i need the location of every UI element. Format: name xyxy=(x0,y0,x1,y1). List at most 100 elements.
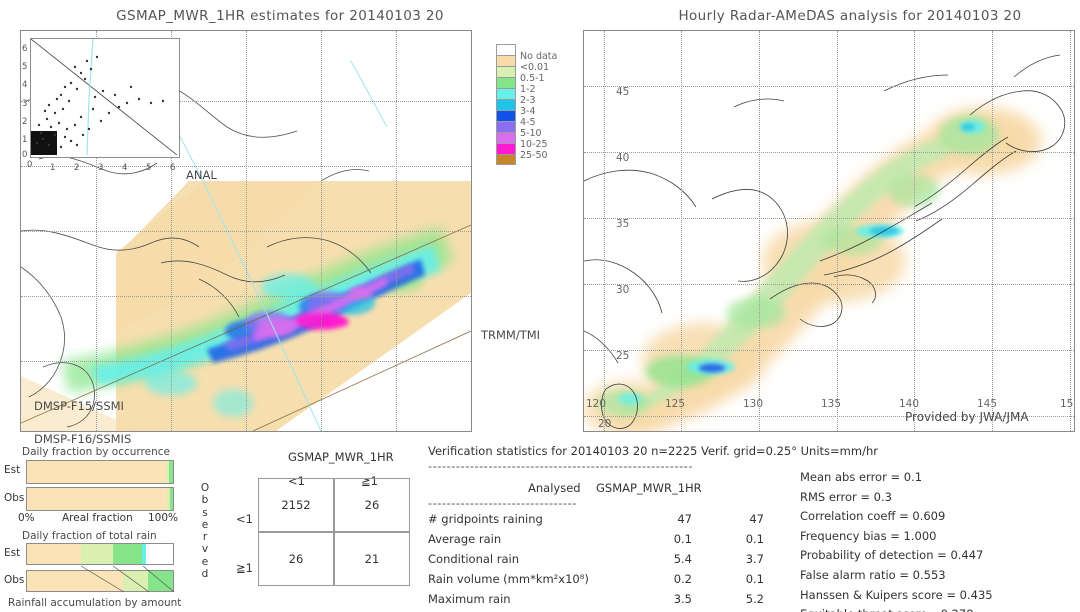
label-dmsp-f15: DMSP-F15/SSMI xyxy=(34,399,124,413)
fraction-bar-segment-1 xyxy=(81,544,114,564)
inset-xtick-1: 1 xyxy=(50,163,56,173)
grid-line-horizontal xyxy=(584,284,1074,285)
fraction-bar-est xyxy=(26,543,174,565)
fraction-bar-segment-4 xyxy=(145,544,173,564)
colorbar-label-4: 2-3 xyxy=(520,95,536,106)
observed-label-char: e xyxy=(201,518,209,531)
stat-row-label-3: Rain volume (mm*km²x10⁸) xyxy=(428,572,589,586)
contingency-cell-hit: 21 xyxy=(334,532,410,586)
inset-ytick-3: 3 xyxy=(22,99,28,109)
score-line-6: Hanssen & Kuipers score = 0.435 xyxy=(800,587,993,602)
radar-amedas-map[interactable] xyxy=(583,30,1075,432)
contingency-cell-miss: 26 xyxy=(258,532,334,586)
colorbar-swatch-2 xyxy=(496,66,516,77)
inset-ytick-4: 4 xyxy=(22,80,28,90)
observed-label-char: d xyxy=(201,568,209,581)
inset-xtick-4: 4 xyxy=(122,163,128,173)
right-panel-title: Hourly Radar-AMeDAS analysis for 2014010… xyxy=(678,8,1022,24)
lat-tick-35: 35 xyxy=(616,218,630,230)
fraction-bar-label-obs: Obs xyxy=(4,574,25,586)
contingency-row-header-0: <1 xyxy=(236,512,253,526)
observed-label-char: O xyxy=(200,482,210,494)
grid-line-horizontal xyxy=(584,86,1074,87)
stat-row-label-4: Maximum rain xyxy=(428,592,511,606)
verification-col-header-analysed: Analysed xyxy=(528,481,581,495)
fraction-axis-right: 100% xyxy=(148,512,179,524)
lon-tick-130: 130 xyxy=(743,398,764,410)
grid-line-vertical xyxy=(837,31,838,431)
lon-tick-150: 15 xyxy=(1060,398,1074,410)
inset-ytick-2: 2 xyxy=(22,117,28,127)
fraction-bar-est xyxy=(26,460,174,484)
screenshot-root: GSMAP_MWR_1HR estimates for 20140103 20 xyxy=(0,0,1080,612)
contingency-title: GSMAP_MWR_1HR xyxy=(288,450,394,464)
fraction-bar-segment-0 xyxy=(27,461,167,483)
contingency-table: 2152 26 26 21 xyxy=(258,478,410,586)
label-dmsp-f16: DMSP-F16/SSMIS xyxy=(34,432,132,446)
colorbar-swatch-10 xyxy=(496,154,516,165)
inset-xtick-0: 0 xyxy=(27,160,33,170)
score-line-3: Frequency bias = 1.000 xyxy=(800,528,937,543)
fraction-bar-segment-0 xyxy=(27,544,82,564)
label-anal: ANAL xyxy=(186,168,217,182)
inset-xtick-2: 2 xyxy=(74,163,80,173)
fraction-bar-label-est: Est xyxy=(4,547,21,559)
grid-line-vertical xyxy=(914,31,915,431)
map-credit: Provided by JWA/JMA xyxy=(905,410,1029,424)
contingency-cell-hit-none: 2152 xyxy=(258,478,334,532)
lat-tick-45: 45 xyxy=(616,86,630,98)
stat-row-estimate-0: 47 xyxy=(749,512,764,526)
fraction-bar-segment-2 xyxy=(148,571,173,591)
inset-xtick-6: 6 xyxy=(170,163,176,173)
colorbar-swatch-6 xyxy=(496,110,516,121)
score-line-1: RMS error = 0.3 xyxy=(800,489,892,504)
colorbar-swatch-8 xyxy=(496,132,516,143)
lat-tick-20-bottom: 20 xyxy=(598,418,612,430)
fraction-bar-segment-0 xyxy=(27,488,167,510)
stat-row-estimate-1: 0.1 xyxy=(745,532,764,546)
fraction-bar-segment-2 xyxy=(113,544,143,564)
observed-label-char: v xyxy=(201,543,209,556)
observed-label-char: b xyxy=(201,494,209,507)
stat-row-analysed-2: 5.4 xyxy=(673,552,692,566)
rain-rate-colorbar xyxy=(496,44,516,165)
stat-row-label-0: # gridpoints raining xyxy=(428,512,543,526)
inset-xtick-5: 5 xyxy=(146,163,152,173)
fraction-bar-segment-2 xyxy=(169,461,173,483)
colorbar-label-7: 5-10 xyxy=(520,128,542,139)
inset-ytick-1: 1 xyxy=(22,135,28,145)
grid-line-vertical xyxy=(1070,31,1071,431)
lat-tick-30: 30 xyxy=(616,284,630,296)
score-line-4: Probability of detection = 0.447 xyxy=(800,548,984,563)
grid-line-vertical xyxy=(681,31,682,431)
colorbar-swatch-5 xyxy=(496,99,516,110)
colorbar-label-9: 25-50 xyxy=(520,150,548,161)
score-line-0: Mean abs error = 0.1 xyxy=(800,470,923,484)
fraction-axis-center: Areal fraction xyxy=(62,512,133,524)
grid-line-vertical xyxy=(759,31,760,431)
grid-line-horizontal xyxy=(584,350,1074,351)
contingency-row-header-1: ≧1 xyxy=(236,561,253,575)
colorbar-label-5: 3-4 xyxy=(520,106,536,117)
left-panel-title: GSMAP_MWR_1HR estimates for 20140103 20 xyxy=(116,8,444,24)
fraction-bar-segment-0 xyxy=(27,571,124,591)
observed-label-char: s xyxy=(202,506,208,519)
colorbar-swatch-0 xyxy=(496,44,516,55)
scatter-inset[interactable] xyxy=(30,38,180,158)
fraction-bar-label-obs: Obs xyxy=(4,492,25,504)
scatter-inset-graphic xyxy=(30,38,178,156)
verification-col-header-estimate: GSMAP_MWR_1HR xyxy=(596,481,702,495)
fraction-axis-bottom: Rainfall accumulation by amount xyxy=(8,597,182,609)
rain-rate-colorbar-labels: No data <0.01 0.5-1 1-2 2-3 3-4 4-5 5-10 10-25 25… xyxy=(520,51,557,161)
contingency-cell-false-alarm: 26 xyxy=(334,478,410,532)
lon-tick-135: 135 xyxy=(821,398,842,410)
lat-tick-25: 25 xyxy=(616,350,630,362)
verification-header: Verification statistics for 20140103 20 … xyxy=(428,444,878,458)
lon-tick-120: 120 xyxy=(586,398,607,410)
score-line-2: Correlation coeff = 0.609 xyxy=(800,509,946,524)
fraction-axis-left: 0% xyxy=(18,512,35,524)
score-line-5: False alarm ratio = 0.553 xyxy=(800,568,946,582)
lon-tick-140: 140 xyxy=(899,398,920,410)
fraction-chart-caption-0: Daily fraction by occurrence xyxy=(22,446,170,458)
fraction-bar-obs xyxy=(26,570,174,592)
